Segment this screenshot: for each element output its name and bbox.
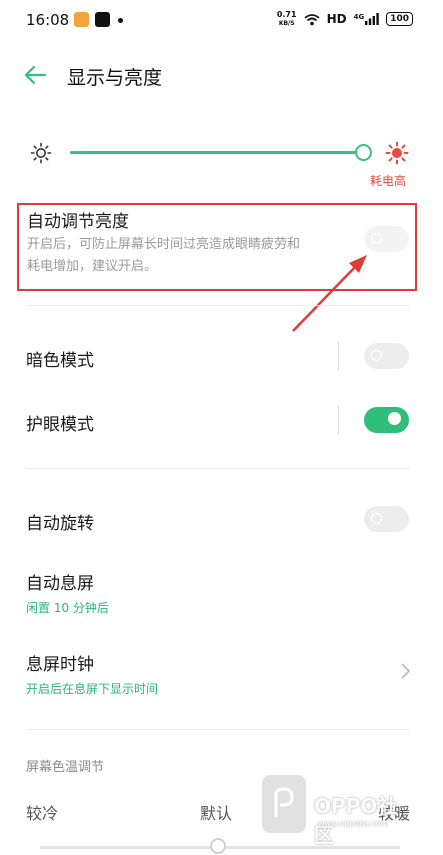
toggle-knob: [371, 513, 382, 524]
separator: [338, 341, 339, 371]
toggle-knob: [371, 233, 382, 244]
more-notifications-dot: [118, 18, 123, 23]
back-arrow-icon[interactable]: [22, 62, 48, 88]
status-time: 16:08: [26, 11, 70, 29]
screen-timeout-title: 自动息屏: [26, 574, 94, 594]
watermark-logo-icon: [274, 787, 294, 817]
hd-indicator: HD: [326, 12, 347, 26]
status-indicators: 0.71 KB/S HD 4G 100: [277, 10, 413, 28]
battery-icon: 100: [386, 12, 413, 26]
auto-rotate-toggle[interactable]: [364, 506, 409, 532]
high-power-label: 耗电高: [370, 174, 407, 188]
page-header: 显示与亮度: [0, 56, 443, 96]
aod-clock-title: 息屏时钟: [26, 655, 94, 675]
toggle-knob: [371, 350, 382, 361]
divider: [26, 468, 410, 469]
color-temp-cool-label: 较冷: [26, 804, 59, 823]
dark-mode-toggle[interactable]: [364, 343, 409, 369]
signal-icon: 4G: [354, 13, 380, 25]
tiktok-notification-icon: [95, 12, 110, 27]
brightness-thumb[interactable]: [355, 144, 372, 161]
divider: [26, 305, 410, 306]
wifi-icon: [303, 13, 320, 25]
network-speed: 0.71 KB/S: [276, 10, 297, 27]
watermark-logo: [262, 775, 306, 833]
eye-care-title: 护眼模式: [26, 415, 94, 435]
color-temp-default-label: 默认: [200, 804, 233, 823]
color-temp-section-label: 屏幕色温调节: [26, 760, 105, 775]
eye-care-toggle[interactable]: [364, 407, 409, 433]
brightness-track[interactable]: [70, 151, 356, 154]
watermark-url: www.oppojia.com: [318, 819, 389, 828]
app-notification-icon: [74, 12, 89, 27]
auto-brightness-description: 开启后，可防止屏幕长时间过亮造成眼睛疲劳和 耗电增加，建议开启。: [27, 237, 301, 274]
auto-rotate-title: 自动旋转: [26, 514, 94, 534]
separator: [338, 405, 339, 435]
chevron-right-icon: [401, 663, 411, 679]
toggle-knob: [388, 412, 401, 425]
status-bar: 16:08 0.71 KB/S HD 4G 100: [0, 0, 443, 40]
divider: [26, 729, 410, 730]
pointer-arrow-icon: [292, 255, 367, 332]
auto-brightness-title: 自动调节亮度: [27, 212, 129, 232]
watermark: OPPO社区 www.oppojia.com: [262, 775, 412, 847]
screen-timeout-value: 闲置 10 分钟后: [26, 601, 109, 615]
color-temp-thumb[interactable]: [210, 838, 226, 854]
sun-high-icon: [385, 141, 409, 165]
dark-mode-title: 暗色模式: [26, 351, 94, 371]
brightness-slider[interactable]: [0, 138, 443, 168]
page-title: 显示与亮度: [67, 67, 163, 89]
sun-low-icon: [30, 142, 52, 164]
aod-clock-subtitle: 开启后在息屏下显示时间: [26, 682, 159, 696]
